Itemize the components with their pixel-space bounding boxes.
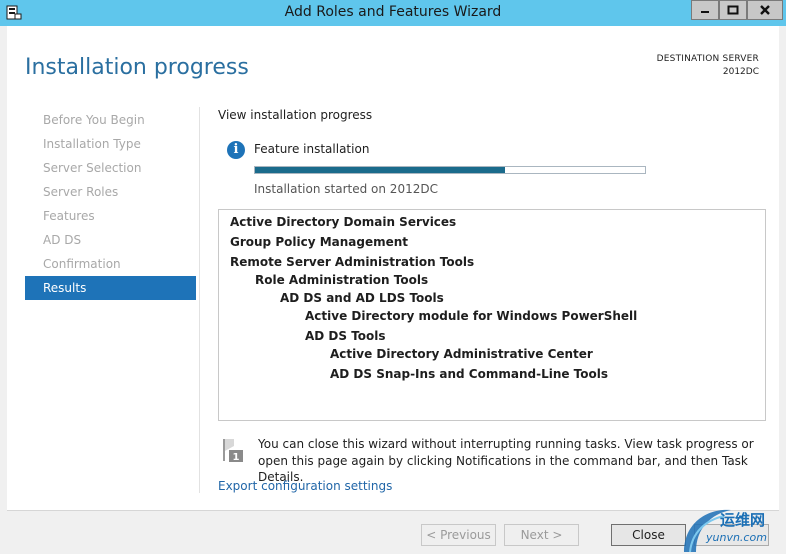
close-button-label: Close: [632, 528, 665, 542]
nav-divider: [199, 107, 200, 493]
nav-item-server-selection[interactable]: Server Selection: [25, 156, 196, 180]
feature-item: Active Directory Domain Services: [230, 215, 457, 229]
previous-button-label: < Previous: [426, 528, 491, 542]
installed-features-list[interactable]: Active Directory Domain Services Group P…: [218, 209, 766, 421]
watermark-text-cn: 运维网: [720, 511, 766, 529]
svg-text:1: 1: [233, 452, 240, 462]
feature-item: Group Policy Management: [230, 235, 409, 249]
watermark-text-en: yunvn.com: [706, 531, 767, 544]
feature-item: AD DS Tools: [305, 329, 386, 343]
installation-started-text: Installation started on 2012DC: [254, 182, 438, 196]
wizard-nav: Before You Begin Installation Type Serve…: [25, 108, 196, 300]
close-icon: [760, 5, 770, 15]
next-button-label: Next >: [520, 528, 563, 542]
footer-divider: [7, 510, 779, 511]
info-icon: i: [227, 141, 245, 159]
status-label: Feature installation: [254, 142, 370, 156]
previous-button[interactable]: < Previous: [421, 524, 496, 546]
nav-item-confirmation[interactable]: Confirmation: [25, 252, 196, 276]
feature-item: Active Directory module for Windows Powe…: [305, 309, 638, 323]
installation-progress-bar: [254, 166, 646, 174]
title-bar: Add Roles and Features Wizard: [0, 0, 786, 26]
nav-item-before-you-begin[interactable]: Before You Begin: [25, 108, 196, 132]
nav-item-features[interactable]: Features: [25, 204, 196, 228]
nav-item-ad-ds[interactable]: AD DS: [25, 228, 196, 252]
feature-item: Remote Server Administration Tools: [230, 255, 475, 269]
feature-item: Role Administration Tools: [255, 273, 429, 287]
next-button[interactable]: Next >: [504, 524, 579, 546]
maximize-button[interactable]: [719, 0, 747, 20]
nav-item-server-roles[interactable]: Server Roles: [25, 180, 196, 204]
feature-item: AD DS Snap-Ins and Command-Line Tools: [330, 367, 609, 381]
page-title: Installation progress: [25, 55, 249, 80]
destination-server-label: DESTINATION SERVER: [656, 54, 759, 64]
export-configuration-link[interactable]: Export configuration settings: [218, 479, 392, 493]
notification-flag-icon: 1: [223, 439, 243, 462]
minimize-icon: [701, 11, 709, 13]
close-window-button[interactable]: [747, 0, 783, 20]
feature-item: AD DS and AD LDS Tools: [280, 291, 444, 305]
window-title: Add Roles and Features Wizard: [284, 4, 502, 20]
destination-server-name: 2012DC: [722, 67, 759, 77]
feature-item: Active Directory Administrative Center: [330, 347, 593, 361]
minimize-button[interactable]: [691, 0, 719, 20]
maximize-icon: [727, 5, 739, 15]
progress-bar-fill: [255, 167, 505, 173]
close-button[interactable]: Close: [611, 524, 686, 546]
nav-item-results[interactable]: Results: [25, 276, 196, 300]
section-label: View installation progress: [218, 108, 373, 122]
nav-item-installation-type[interactable]: Installation Type: [25, 132, 196, 156]
